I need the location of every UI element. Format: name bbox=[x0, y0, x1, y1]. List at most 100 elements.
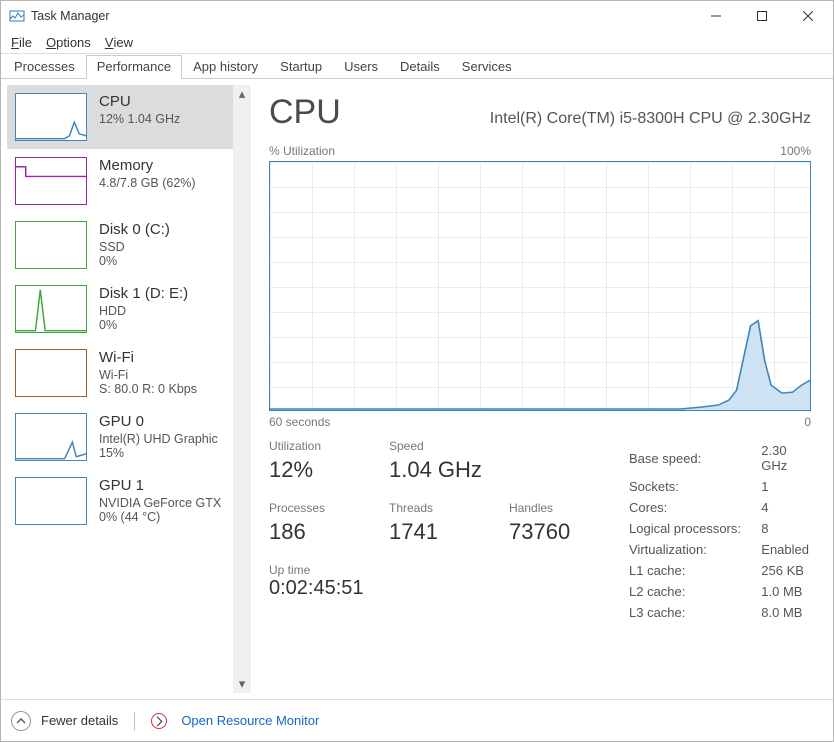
sidebar-item-gpu1[interactable]: GPU 1 NVIDIA GeForce GTX 0% (44 °C) bbox=[7, 469, 251, 533]
sidebar-sub: Intel(R) UHD Graphic bbox=[99, 432, 218, 446]
scroll-up-icon[interactable]: ▴ bbox=[233, 85, 251, 103]
chevron-up-icon bbox=[16, 716, 26, 726]
graph-x-right: 0 bbox=[804, 415, 811, 429]
base-speed-value: 2.30 GHz bbox=[761, 441, 809, 475]
sidebar-title: Memory bbox=[99, 157, 196, 174]
tab-strip: Processes Performance App history Startu… bbox=[1, 53, 833, 79]
utilization-label: Utilization bbox=[269, 439, 359, 453]
base-speed-label: Base speed: bbox=[629, 441, 759, 475]
sidebar-item-disk0[interactable]: Disk 0 (C:) SSD 0% bbox=[7, 213, 251, 277]
sidebar-item-wifi[interactable]: Wi-Fi Wi-Fi S: 80.0 R: 0 Kbps bbox=[7, 341, 251, 405]
cpu-utilization-chart[interactable] bbox=[269, 161, 811, 411]
menu-file[interactable]: File bbox=[11, 35, 32, 50]
sidebar-title: Disk 0 (C:) bbox=[99, 221, 170, 238]
threads-value: 1741 bbox=[389, 519, 479, 545]
tab-services[interactable]: Services bbox=[451, 55, 523, 79]
cores-label: Cores: bbox=[629, 498, 759, 517]
sidebar-item-memory[interactable]: Memory 4.8/7.8 GB (62%) bbox=[7, 149, 251, 213]
sidebar-title: CPU bbox=[99, 93, 180, 110]
title-bar: Task Manager bbox=[1, 1, 833, 31]
speed-label: Speed bbox=[389, 439, 482, 453]
sidebar-sub: 12% 1.04 GHz bbox=[99, 112, 180, 126]
minimize-button[interactable] bbox=[693, 1, 739, 31]
sidebar-scrollbar[interactable]: ▴ ▾ bbox=[233, 85, 251, 693]
cpu-thumb bbox=[15, 93, 87, 141]
virtualization-value: Enabled bbox=[761, 540, 809, 559]
logical-label: Logical processors: bbox=[629, 519, 759, 538]
cores-value: 4 bbox=[761, 498, 809, 517]
sidebar-sub2: 15% bbox=[99, 446, 218, 460]
sidebar-title: GPU 0 bbox=[99, 413, 218, 430]
perf-sidebar: CPU 12% 1.04 GHz Memory 4.8/7.8 GB (62%)… bbox=[1, 79, 251, 699]
gpu1-thumb bbox=[15, 477, 87, 525]
processes-label: Processes bbox=[269, 501, 359, 515]
maximize-button[interactable] bbox=[739, 1, 785, 31]
app-icon bbox=[9, 8, 25, 24]
sidebar-sub: Wi-Fi bbox=[99, 368, 197, 382]
processes-value: 186 bbox=[269, 519, 359, 545]
virtualization-label: Virtualization: bbox=[629, 540, 759, 559]
memory-thumb bbox=[15, 157, 87, 205]
sidebar-sub: 4.8/7.8 GB (62%) bbox=[99, 176, 196, 190]
sidebar-sub2: 0% (44 °C) bbox=[99, 510, 221, 524]
logical-value: 8 bbox=[761, 519, 809, 538]
tab-users[interactable]: Users bbox=[333, 55, 389, 79]
window-title: Task Manager bbox=[31, 9, 110, 23]
sockets-value: 1 bbox=[761, 477, 809, 496]
sidebar-item-gpu0[interactable]: GPU 0 Intel(R) UHD Graphic 15% bbox=[7, 405, 251, 469]
fewer-details-toggle[interactable] bbox=[11, 711, 31, 731]
menu-bar: File Options View bbox=[1, 31, 833, 53]
l3-label: L3 cache: bbox=[629, 603, 759, 622]
cpu-name: Intel(R) Core(TM) i5-8300H CPU @ 2.30GHz bbox=[371, 110, 811, 128]
sidebar-sub2: 0% bbox=[99, 254, 170, 268]
sidebar-sub: HDD bbox=[99, 304, 188, 318]
cpu-metrics-left: Utilization 12% Speed 1.04 GHz Processes 18… bbox=[269, 439, 599, 624]
tab-details[interactable]: Details bbox=[389, 55, 451, 79]
wifi-thumb bbox=[15, 349, 87, 397]
l1-value: 256 KB bbox=[761, 561, 809, 580]
tab-app-history[interactable]: App history bbox=[182, 55, 269, 79]
graph-y-max: 100% bbox=[780, 144, 811, 158]
cpu-detail-pane: CPU Intel(R) Core(TM) i5-8300H CPU @ 2.3… bbox=[251, 79, 833, 699]
open-resource-monitor-link[interactable]: Open Resource Monitor bbox=[181, 713, 319, 728]
utilization-value: 12% bbox=[269, 457, 359, 483]
graph-y-label: % Utilization bbox=[269, 144, 335, 158]
resource-monitor-icon bbox=[151, 713, 167, 729]
gpu0-thumb bbox=[15, 413, 87, 461]
graph-x-left: 60 seconds bbox=[269, 415, 330, 429]
uptime-label: Up time bbox=[269, 563, 599, 577]
sidebar-sub: NVIDIA GeForce GTX bbox=[99, 496, 221, 510]
tab-startup[interactable]: Startup bbox=[269, 55, 333, 79]
uptime-value: 0:02:45:51 bbox=[269, 577, 599, 600]
l3-value: 8.0 MB bbox=[761, 603, 809, 622]
menu-options[interactable]: Options bbox=[46, 35, 91, 50]
sockets-label: Sockets: bbox=[629, 477, 759, 496]
handles-value: 73760 bbox=[509, 519, 599, 545]
sidebar-sub2: 0% bbox=[99, 318, 188, 332]
l2-label: L2 cache: bbox=[629, 582, 759, 601]
cpu-specs: Base speed:2.30 GHz Sockets:1 Cores:4 Lo… bbox=[627, 439, 811, 624]
sidebar-sub2: S: 80.0 R: 0 Kbps bbox=[99, 382, 197, 396]
detail-title: CPU bbox=[269, 93, 341, 132]
threads-label: Threads bbox=[389, 501, 479, 515]
scroll-down-icon[interactable]: ▾ bbox=[233, 675, 251, 693]
sidebar-title: Disk 1 (D: E:) bbox=[99, 285, 188, 302]
fewer-details-label[interactable]: Fewer details bbox=[41, 713, 118, 728]
handles-label: Handles bbox=[509, 501, 599, 515]
disk0-thumb bbox=[15, 221, 87, 269]
l1-label: L1 cache: bbox=[629, 561, 759, 580]
sidebar-sub: SSD bbox=[99, 240, 170, 254]
disk1-thumb bbox=[15, 285, 87, 333]
tab-performance[interactable]: Performance bbox=[86, 55, 182, 79]
sidebar-title: Wi-Fi bbox=[99, 349, 197, 366]
sidebar-item-disk1[interactable]: Disk 1 (D: E:) HDD 0% bbox=[7, 277, 251, 341]
sidebar-item-cpu[interactable]: CPU 12% 1.04 GHz bbox=[7, 85, 251, 149]
l2-value: 1.0 MB bbox=[761, 582, 809, 601]
speed-value: 1.04 GHz bbox=[389, 457, 482, 483]
main-area: CPU 12% 1.04 GHz Memory 4.8/7.8 GB (62%)… bbox=[1, 79, 833, 699]
sidebar-title: GPU 1 bbox=[99, 477, 221, 494]
close-button[interactable] bbox=[785, 1, 831, 31]
menu-view[interactable]: View bbox=[105, 35, 133, 50]
tab-processes[interactable]: Processes bbox=[3, 55, 86, 79]
footer: Fewer details Open Resource Monitor bbox=[1, 699, 833, 741]
